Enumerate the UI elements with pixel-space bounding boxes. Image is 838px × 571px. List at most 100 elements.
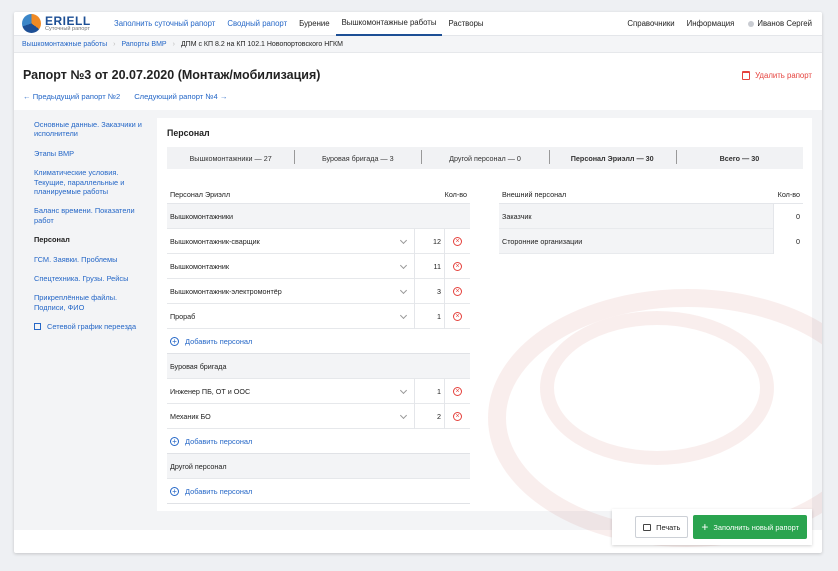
prev-report-link[interactable]: ← Предыдущий рапорт №2	[23, 92, 120, 101]
close-icon: ×	[453, 386, 462, 396]
quantity-input[interactable]: 1	[415, 303, 445, 329]
print-button[interactable]: Печать	[635, 516, 689, 538]
user-name: Иванов Сергей	[757, 19, 812, 28]
sidebar-item[interactable]: Климатические условия. Текущие, параллел…	[34, 168, 146, 196]
remove-row-button[interactable]: ×	[445, 304, 470, 329]
external-name: Заказчик	[502, 211, 532, 221]
summary-count: Другой персонал — 0	[421, 149, 548, 164]
remove-row-button[interactable]: ×	[445, 279, 470, 304]
personnel-summary: Вышкомонтажники — 27 Буровая бригада — 3Д…	[167, 147, 803, 169]
sidebar-item-label: Персонал	[34, 235, 70, 245]
sidebar-item[interactable]: ГСМ. Заявки. Проблемы	[34, 255, 146, 264]
brand-name: ERIELL	[45, 13, 91, 28]
column-header-qty: Кол-во	[444, 190, 467, 199]
sidebar-item-label: Этапы ВМР	[34, 148, 75, 158]
summary-count: Буровая бригада — 3	[294, 149, 421, 164]
sidebar-item[interactable]: Персонал	[34, 235, 146, 244]
external-link-icon	[34, 323, 41, 331]
trash-icon	[742, 70, 751, 80]
nav-item[interactable]: Сводный рапорт	[221, 12, 293, 36]
section-sidebar: Основные данные. Заказчики и исполнители…	[14, 110, 154, 530]
logo[interactable]: ERIELL Суточный рапорт	[22, 14, 108, 33]
table-row: Вышкомонтажник 11 ×	[167, 253, 470, 279]
nav-information[interactable]: Информация	[681, 12, 741, 36]
quantity-input[interactable]: 12	[415, 228, 445, 254]
role-select[interactable]: Вышкомонтажник-электромонтёр	[167, 278, 415, 304]
table-row: Инженер ПБ, ОТ и ООС 1 ×	[167, 378, 470, 404]
add-personnel-button[interactable]: + Добавить персонал	[167, 429, 470, 454]
breadcrumb-current: ДПМ с КП 8.2 на КП 102.1 Новопортовского…	[180, 40, 343, 48]
new-report-button[interactable]: + Заполнить новый рапорт	[693, 515, 807, 539]
close-icon: ×	[453, 236, 462, 246]
user-menu[interactable]: Иванов Сергей	[740, 19, 822, 28]
brand-subtitle: Суточный рапорт	[45, 25, 90, 32]
role-select[interactable]: Механик БО	[167, 403, 415, 429]
quantity-input[interactable]: 0	[773, 228, 803, 254]
delete-report-button[interactable]: Удалить рапорт	[742, 70, 812, 80]
quantity-input[interactable]: 0	[773, 203, 803, 229]
sidebar-item[interactable]: Основные данные. Заказчики и исполнители	[34, 120, 146, 139]
quantity-input[interactable]: 11	[415, 253, 445, 279]
nav-item[interactable]: Вышкомонтажные работы	[335, 12, 443, 36]
remove-row-button[interactable]: ×	[445, 254, 470, 279]
add-personnel-button[interactable]: + Добавить персонал	[167, 329, 470, 354]
nav-directories[interactable]: Справочники	[621, 12, 680, 36]
role-select[interactable]: Инженер ПБ, ОТ и ООС	[167, 378, 415, 404]
breadcrumb-separator-icon: ›	[113, 40, 116, 48]
close-icon: ×	[453, 311, 462, 321]
chevron-down-icon	[399, 261, 408, 269]
chevron-down-icon	[399, 286, 408, 294]
group-header: Буровая бригада	[167, 354, 470, 379]
add-personnel-label: Добавить персонал	[185, 336, 253, 346]
column-header-external: Внешний персонал	[502, 190, 567, 199]
plus-icon: +	[170, 486, 179, 496]
eriell-personnel-table: Персонал Эриэлл Кол-во Вышкомонтажники Вы…	[167, 186, 470, 504]
nav-item[interactable]: Растворы	[442, 12, 489, 36]
page-title: Рапорт №3 от 20.07.2020 (Монтаж/мобилиза…	[23, 68, 321, 82]
sidebar-item-label: ГСМ. Заявки. Проблемы	[34, 254, 118, 264]
remove-row-button[interactable]: ×	[445, 229, 470, 254]
quantity-input[interactable]: 2	[415, 403, 445, 429]
breadcrumb: Вышкомонтажные работы › Рапорты ВМР › ДП…	[14, 36, 822, 53]
nav-item[interactable]: Бурение	[293, 12, 335, 36]
sidebar-item-label: Климатические условия. Текущие, параллел…	[34, 168, 125, 197]
quantity-input[interactable]: 1	[415, 378, 445, 404]
sidebar-item[interactable]: Спецтехника. Грузы. Рейсы	[34, 274, 146, 283]
personnel-card: Персонал Вышкомонтажники — 27 Буровая бри…	[157, 118, 822, 547]
remove-row-button[interactable]: ×	[445, 379, 470, 404]
table-row: Вышкомонтажник-электромонтёр 3 ×	[167, 278, 470, 304]
next-report-link[interactable]: Следующий рапорт №4 →	[134, 92, 227, 101]
table-row: Прораб 1 ×	[167, 303, 470, 329]
chevron-down-icon	[399, 386, 408, 394]
close-icon: ×	[453, 411, 462, 421]
sidebar-item[interactable]: Сетевой график переезда	[34, 322, 146, 331]
sidebar-item-label: Спецтехника. Грузы. Рейсы	[34, 274, 129, 284]
print-label: Печать	[656, 522, 681, 532]
role-select[interactable]: Вышкомонтажник	[167, 253, 415, 279]
role-select[interactable]: Прораб	[167, 303, 415, 329]
breadcrumb-item[interactable]: Рапорты ВМР	[121, 41, 166, 48]
remove-row-button[interactable]: ×	[445, 404, 470, 429]
role-value: Прораб	[170, 311, 196, 321]
table-row: Вышкомонтажник-сварщик 12 ×	[167, 228, 470, 254]
group-header: Вышкомонтажники	[167, 204, 470, 229]
add-personnel-button[interactable]: + Добавить персонал	[167, 479, 470, 504]
nav-item[interactable]: Заполнить суточный рапорт	[108, 12, 221, 36]
quantity-input[interactable]: 3	[415, 278, 445, 304]
role-select[interactable]: Вышкомонтажник-сварщик	[167, 228, 415, 254]
sidebar-item-label: Основные данные. Заказчики и исполнители	[34, 120, 142, 139]
top-navigation: ERIELL Суточный рапорт Заполнить суточны…	[14, 12, 822, 36]
role-value: Инженер ПБ, ОТ и ООС	[170, 386, 251, 396]
sidebar-item[interactable]: Этапы ВМР	[34, 149, 146, 158]
role-value: Вышкомонтажник-электромонтёр	[170, 286, 282, 296]
add-personnel-label: Добавить персонал	[185, 436, 253, 446]
user-icon	[748, 20, 755, 27]
chevron-down-icon	[399, 411, 408, 419]
close-icon: ×	[453, 261, 462, 271]
summary-count: Персонал Эриэлл — 30	[548, 149, 676, 164]
column-header-qty: Кол-во	[777, 190, 800, 199]
app-window: ERIELL Суточный рапорт Заполнить суточны…	[14, 12, 822, 553]
sidebar-item[interactable]: Прикреплённые файлы. Подписи, ФИО	[34, 293, 146, 312]
breadcrumb-item[interactable]: Вышкомонтажные работы	[22, 41, 107, 48]
sidebar-item[interactable]: Баланс времени. Показатели работ	[34, 206, 146, 225]
